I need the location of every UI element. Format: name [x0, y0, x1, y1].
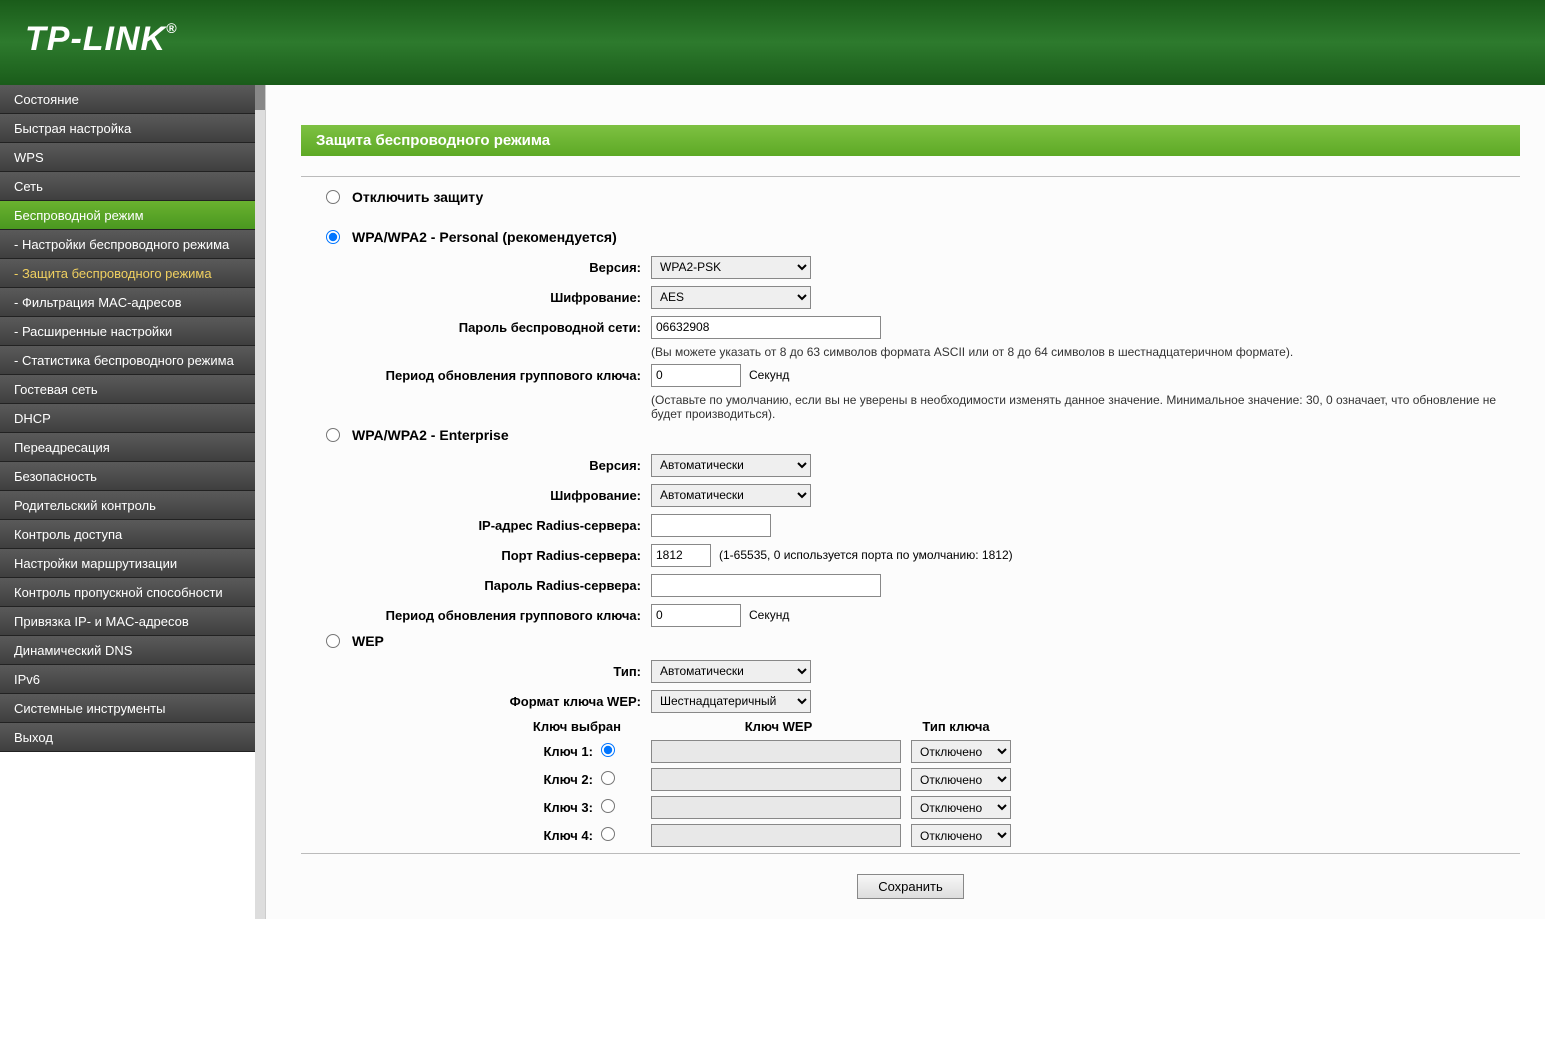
sidebar-item-20[interactable]: IPv6 — [0, 665, 255, 694]
wep-key-radio-2[interactable] — [601, 771, 615, 785]
wep-key-type-select-4[interactable]: Отключено — [911, 824, 1011, 847]
personal-encryption-label: Шифрование: — [301, 290, 651, 305]
sidebar-item-9[interactable]: - Статистика беспроводного режима — [0, 346, 255, 375]
sidebar-item-10[interactable]: Гостевая сеть — [0, 375, 255, 404]
divider-bottom — [301, 853, 1520, 854]
sidebar-item-8[interactable]: - Расширенные настройки — [0, 317, 255, 346]
page-title: Защита беспроводного режима — [301, 125, 1520, 156]
personal-password-input[interactable] — [651, 316, 881, 339]
sidebar-item-19[interactable]: Динамический DNS — [0, 636, 255, 665]
personal-gku-note: (Оставьте по умолчанию, если вы не увере… — [651, 393, 1520, 421]
sidebar-item-2[interactable]: WPS — [0, 143, 255, 172]
wep-title: WEP — [352, 633, 384, 649]
radio-disable-security[interactable] — [326, 190, 340, 204]
enterprise-gku-input[interactable] — [651, 604, 741, 627]
sidebar-item-15[interactable]: Контроль доступа — [0, 520, 255, 549]
sidebar-item-22[interactable]: Выход — [0, 723, 255, 752]
wep-key-type-select-3[interactable]: Отключено — [911, 796, 1011, 819]
wep-type-label: Тип: — [301, 664, 651, 679]
wep-key-row-1: Ключ 1: Отключено — [301, 740, 1520, 763]
brand-logo: TP-LINK® — [25, 20, 1520, 59]
sidebar-item-3[interactable]: Сеть — [0, 172, 255, 201]
wep-key-radio-1[interactable] — [601, 743, 615, 757]
sidebar: СостояниеБыстрая настройкаWPSСетьБеспров… — [0, 85, 255, 919]
personal-version-label: Версия: — [301, 260, 651, 275]
personal-password-note: (Вы можете указать от 8 до 63 символов ф… — [651, 345, 1520, 359]
enterprise-version-select[interactable]: Автоматически — [651, 454, 811, 477]
enterprise-gku-label: Период обновления группового ключа: — [301, 608, 651, 623]
enterprise-radius-port-input[interactable] — [651, 544, 711, 567]
sidebar-item-16[interactable]: Настройки маршрутизации — [0, 549, 255, 578]
radio-wep[interactable] — [326, 634, 340, 648]
wep-key-label-3: Ключ 3: — [301, 800, 601, 815]
enterprise-radius-port-note: (1-65535, 0 используется порта по умолча… — [719, 548, 1013, 562]
wep-key-type-select-2[interactable]: Отключено — [911, 768, 1011, 791]
wep-format-select[interactable]: Шестнадцатеричный — [651, 690, 811, 713]
enterprise-encryption-label: Шифрование: — [301, 488, 651, 503]
personal-encryption-select[interactable]: AES — [651, 286, 811, 309]
radio-wpa-personal[interactable] — [326, 230, 340, 244]
wep-key-input-3[interactable] — [651, 796, 901, 819]
main-content: Защита беспроводного режима Отключить за… — [265, 85, 1545, 919]
wep-type-select[interactable]: Автоматически — [651, 660, 811, 683]
personal-gku-label: Период обновления группового ключа: — [301, 368, 651, 383]
enterprise-radius-port-label: Порт Radius-сервера: — [301, 548, 651, 563]
enterprise-gku-unit: Секунд — [749, 608, 789, 622]
enterprise-radius-ip-input[interactable] — [651, 514, 771, 537]
enterprise-radius-ip-label: IP-адрес Radius-сервера: — [301, 518, 651, 533]
enterprise-encryption-select[interactable]: Автоматически — [651, 484, 811, 507]
wep-col-type: Тип ключа — [906, 719, 1006, 734]
wep-key-radio-4[interactable] — [601, 827, 615, 841]
sidebar-item-4[interactable]: Беспроводной режим — [0, 201, 255, 230]
wep-key-radio-3[interactable] — [601, 799, 615, 813]
sidebar-item-14[interactable]: Родительский контроль — [0, 491, 255, 520]
wep-col-selected: Ключ выбран — [301, 719, 651, 734]
wep-key-label-4: Ключ 4: — [301, 828, 601, 843]
personal-password-label: Пароль беспроводной сети: — [301, 320, 651, 335]
sidebar-scrollbar[interactable] — [255, 85, 265, 919]
wep-key-input-2[interactable] — [651, 768, 901, 791]
sidebar-item-1[interactable]: Быстрая настройка — [0, 114, 255, 143]
wep-key-label-1: Ключ 1: — [301, 744, 601, 759]
sidebar-item-0[interactable]: Состояние — [0, 85, 255, 114]
wep-key-row-3: Ключ 3: Отключено — [301, 796, 1520, 819]
wep-key-row-4: Ключ 4: Отключено — [301, 824, 1520, 847]
sidebar-item-6[interactable]: - Защита беспроводного режима — [0, 259, 255, 288]
radio-wpa-enterprise[interactable] — [326, 428, 340, 442]
enterprise-radius-pw-input[interactable] — [651, 574, 881, 597]
wep-format-label: Формат ключа WEP: — [301, 694, 651, 709]
divider — [301, 176, 1520, 177]
sidebar-item-13[interactable]: Безопасность — [0, 462, 255, 491]
wep-key-type-select-1[interactable]: Отключено — [911, 740, 1011, 763]
sidebar-item-7[interactable]: - Фильтрация MAC-адресов — [0, 288, 255, 317]
sidebar-item-11[interactable]: DHCP — [0, 404, 255, 433]
disable-security-label: Отключить защиту — [352, 189, 483, 205]
sidebar-item-12[interactable]: Переадресация — [0, 433, 255, 462]
personal-gku-unit: Секунд — [749, 368, 789, 382]
sidebar-item-17[interactable]: Контроль пропускной способности — [0, 578, 255, 607]
enterprise-version-label: Версия: — [301, 458, 651, 473]
enterprise-radius-pw-label: Пароль Radius-сервера: — [301, 578, 651, 593]
wep-key-row-2: Ключ 2: Отключено — [301, 768, 1520, 791]
sidebar-item-18[interactable]: Привязка IP- и MAC-адресов — [0, 607, 255, 636]
wep-key-input-1[interactable] — [651, 740, 901, 763]
wep-key-input-4[interactable] — [651, 824, 901, 847]
sidebar-item-21[interactable]: Системные инструменты — [0, 694, 255, 723]
wpa-enterprise-title: WPA/WPA2 - Enterprise — [352, 427, 509, 443]
save-button[interactable]: Сохранить — [857, 874, 964, 899]
sidebar-item-5[interactable]: - Настройки беспроводного режима — [0, 230, 255, 259]
personal-gku-input[interactable] — [651, 364, 741, 387]
personal-version-select[interactable]: WPA2-PSK — [651, 256, 811, 279]
wpa-personal-title: WPA/WPA2 - Personal (рекомендуется) — [352, 229, 617, 245]
wep-key-label-2: Ключ 2: — [301, 772, 601, 787]
app-header: TP-LINK® — [0, 0, 1545, 85]
wep-col-key: Ключ WEP — [651, 719, 906, 734]
